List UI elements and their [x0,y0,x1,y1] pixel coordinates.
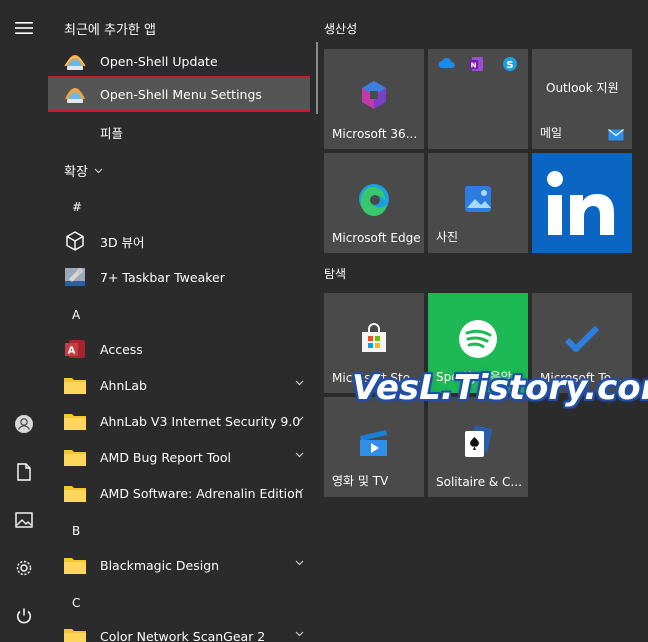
user-icon [15,415,33,433]
tile-label: 영화 및 TV [332,474,389,488]
tile-edge[interactable]: Microsoft Edge [324,153,424,253]
list-item[interactable]: AhnLab V3 Internet Security 9.0 [58,403,310,439]
left-rail [0,0,48,642]
letter-header-hash[interactable]: # [72,200,82,214]
app-label: 3D 뷰어 [100,234,145,250]
cards-icon [465,425,492,457]
letter-header-a[interactable]: A [72,308,80,322]
skype-icon: S [503,57,517,71]
app-label: 7+ Taskbar Tweaker [100,269,225,285]
list-item[interactable]: 피플 [58,114,310,150]
tile-office-folder[interactable]: N S [428,49,528,149]
shell-icon [62,48,88,74]
app-label: AhnLab V3 Internet Security 9.0 [100,413,301,429]
checkmark-icon [565,325,599,352]
folder-icon [62,480,88,506]
settings-button[interactable] [0,548,48,588]
store-icon [362,323,386,352]
tile-outlook-mail[interactable]: Outlook 지원 메일 [532,49,632,149]
chevron-down-icon[interactable] [295,380,304,386]
spotify-icon [459,320,497,358]
list-item[interactable]: 7+ Taskbar Tweaker [58,259,310,295]
recent-header: 최근에 추가한 앱 [64,23,156,38]
tile-movies[interactable]: 영화 및 TV [324,397,424,497]
gear-icon [16,560,32,576]
movies-icon [360,430,387,456]
list-item[interactable]: A Access [58,331,310,367]
tile-label: 사진 [436,230,459,244]
letter-header-b[interactable]: B [72,524,80,538]
linkedin-icon [547,171,614,235]
app-label: Color Network ScanGear 2 [100,628,266,642]
list-item[interactable]: Color Network ScanGear 2 [58,618,310,642]
account-button[interactable] [0,404,48,444]
app-label: Open-Shell Menu Settings [100,86,262,102]
expand-toggle[interactable]: 확장 [64,161,103,180]
scrollbar[interactable] [316,42,318,114]
pictures-button[interactable] [0,500,48,540]
chevron-down-icon [94,168,103,173]
tile-label: Solitaire & C... [436,475,522,489]
tile-photos[interactable]: 사진 [428,153,528,253]
folder-icon [62,408,88,434]
list-item[interactable]: Blackmagic Design [58,547,310,583]
folder-icon [62,444,88,470]
menu-button[interactable] [0,8,48,48]
people-icon [62,119,88,145]
svg-text:N: N [471,62,477,70]
access-icon: A [62,336,88,362]
microsoft365-icon [362,81,386,109]
tile-microsoft365[interactable]: Microsoft 36... [324,49,424,149]
chevron-down-icon[interactable] [295,416,304,422]
hamburger-icon [15,22,33,34]
app-list: 최근에 추가한 앱 Open-Shell Update Open-Shell M… [48,0,310,642]
tile-label: Microsoft Edge [332,231,421,245]
list-item[interactable]: AhnLab [58,367,310,403]
picture-icon [15,512,33,528]
app-label: AhnLab [100,377,147,393]
app-label: AMD Bug Report Tool [100,449,232,465]
app-label: Access [100,341,143,357]
document-icon [17,463,31,481]
expand-label: 확장 [64,165,88,180]
group-title-productivity[interactable]: 생산성 [324,20,357,37]
list-item-selected[interactable]: Open-Shell Menu Settings [48,76,310,112]
cube-3d-icon [62,228,88,254]
list-item[interactable]: AMD Bug Report Tool [58,439,310,475]
app-label: Open-Shell Update [100,53,218,69]
edge-icon [359,184,389,216]
svg-text:A: A [68,346,76,357]
svg-text:S: S [506,60,513,71]
taskbar-tweaker-icon [62,264,88,290]
letter-header-c[interactable]: C [72,596,80,610]
tile-label: Microsoft 36... [332,127,418,141]
folder-icon [62,552,88,578]
app-label: Blackmagic Design [100,557,220,573]
list-item[interactable]: Open-Shell Update [58,43,310,79]
photos-icon [465,186,491,212]
documents-button[interactable] [0,452,48,492]
tile-label: 메일 [540,126,563,140]
folder-icon [62,623,88,642]
app-label: AMD Software: Adrenalin Edition [100,485,303,501]
onenote-icon: N [469,57,483,71]
folder-icon [62,372,88,398]
chevron-down-icon[interactable] [295,488,304,494]
tile-linkedin[interactable] [532,153,632,253]
list-item[interactable]: 3D 뷰어 [58,223,310,259]
group-title-explore[interactable]: 탐색 [324,265,346,282]
mail-icon [608,129,624,141]
power-button[interactable] [0,596,48,636]
tile-title: Outlook 지원 [546,81,619,95]
chevron-down-icon[interactable] [295,452,304,458]
power-icon [16,608,32,624]
chevron-down-icon[interactable] [295,631,304,637]
onedrive-icon [438,57,455,68]
app-label: 피플 [100,125,124,141]
chevron-down-icon[interactable] [295,560,304,566]
tile-solitaire[interactable]: Solitaire & C... [428,397,528,497]
shell-icon [62,81,88,107]
list-item[interactable]: AMD Software: Adrenalin Edition [58,475,310,511]
watermark: VesL.Tistory.com [352,368,648,408]
